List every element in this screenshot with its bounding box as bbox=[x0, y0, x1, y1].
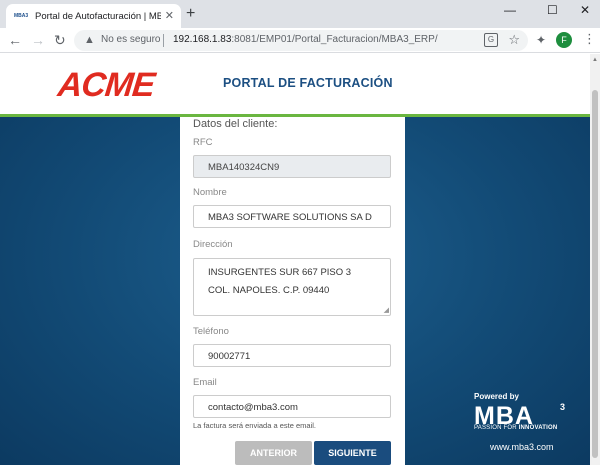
url-text[interactable]: 192.168.1.83:8081/EMP01/Portal_Facturaci… bbox=[173, 34, 438, 45]
tagline: PASSION FOR INNOVATION bbox=[474, 425, 557, 431]
direccion-line: INSURGENTES SUR 667 PISO 3 bbox=[208, 267, 352, 278]
tab-title: Portal de Autofacturación | MBA3 P bbox=[35, 10, 161, 22]
mba3-logo-superscript: 3 bbox=[560, 402, 566, 412]
previous-button[interactable]: ANTERIOR bbox=[235, 441, 312, 465]
direccion-field[interactable]: INSURGENTES SUR 667 PISO 3 COL. NAPOLES.… bbox=[193, 258, 391, 316]
url-host: 192.168.1.83 bbox=[173, 34, 232, 45]
browser-menu-icon[interactable]: ⋮ bbox=[583, 31, 596, 47]
maximize-icon[interactable]: ☐ bbox=[547, 3, 558, 17]
email-label: Email bbox=[193, 377, 217, 388]
nombre-label: Nombre bbox=[193, 187, 227, 198]
direccion-line: COL. NAPOLES. C.P. 09440 bbox=[208, 285, 330, 296]
site-header: ACME PORTAL DE FACTURACIÓN bbox=[0, 54, 590, 117]
bookmark-star-icon[interactable]: ☆ bbox=[508, 32, 520, 48]
browser-tab[interactable]: MBA3 Portal de Autofacturación | MBA3 P … bbox=[6, 4, 181, 28]
new-tab-button[interactable]: + bbox=[186, 6, 195, 22]
tab-close-icon[interactable]: ✕ bbox=[165, 9, 174, 23]
browser-tab-bar: MBA3 Portal de Autofacturación | MBA3 P … bbox=[0, 0, 600, 28]
page-viewport: ACME PORTAL DE FACTURACIÓN Datos del cli… bbox=[0, 54, 600, 465]
tagline-part: PASSION FOR bbox=[474, 425, 519, 431]
minimize-icon[interactable]: — bbox=[504, 3, 516, 17]
page-title: PORTAL DE FACTURACIÓN bbox=[223, 76, 393, 90]
rfc-label: RFC bbox=[193, 137, 213, 148]
scroll-thumb[interactable] bbox=[592, 90, 598, 458]
direccion-label: Dirección bbox=[193, 239, 233, 250]
translate-icon[interactable]: G bbox=[484, 33, 498, 47]
email-field[interactable]: contacto@mba3.com bbox=[193, 395, 391, 418]
warning-icon[interactable]: ▲ bbox=[84, 33, 95, 48]
security-label[interactable]: No es seguro bbox=[101, 34, 160, 45]
profile-avatar[interactable]: F bbox=[556, 32, 572, 48]
tagline-emphasis: INNOVATION bbox=[518, 425, 558, 431]
section-title: Datos del cliente: bbox=[193, 118, 278, 130]
telefono-field[interactable]: 90002771 bbox=[193, 344, 391, 367]
reload-icon[interactable]: ↻ bbox=[54, 32, 66, 48]
url-path: :8081/EMP01/Portal_Facturacion/MBA3_ERP/ bbox=[231, 34, 438, 45]
site-favicon-icon: MBA3 bbox=[14, 12, 29, 19]
email-hint: La factura será enviada a este email. bbox=[193, 421, 316, 430]
forward-icon[interactable]: → bbox=[31, 32, 45, 48]
rfc-field[interactable]: MBA140324CN9 bbox=[193, 155, 391, 178]
browser-toolbar: ← → ↻ ▲ No es seguro 192.168.1.83:8081/E… bbox=[0, 28, 600, 53]
page-scrollbar[interactable]: ▲ bbox=[590, 54, 600, 465]
omnibox-separator bbox=[163, 34, 164, 47]
nombre-field[interactable]: MBA3 SOFTWARE SOLUTIONS SA D bbox=[193, 205, 391, 228]
scroll-up-icon[interactable]: ▲ bbox=[592, 56, 598, 64]
window-close-icon[interactable]: ✕ bbox=[580, 3, 590, 17]
telefono-label: Teléfono bbox=[193, 326, 229, 337]
company-logo: ACME bbox=[56, 66, 157, 104]
back-icon[interactable]: ← bbox=[8, 32, 22, 48]
client-data-form: Datos del cliente: RFC MBA140324CN9 Nomb… bbox=[180, 117, 405, 465]
website-link[interactable]: www.mba3.com bbox=[490, 442, 554, 452]
resize-grip-icon[interactable]: ◢ bbox=[384, 307, 389, 315]
next-button[interactable]: SIGUIENTE bbox=[314, 441, 391, 465]
extensions-icon[interactable]: ✦ bbox=[536, 33, 546, 47]
address-bar[interactable]: ▲ No es seguro 192.168.1.83:8081/EMP01/P… bbox=[74, 30, 528, 51]
powered-by-label: Powered by bbox=[474, 392, 519, 401]
